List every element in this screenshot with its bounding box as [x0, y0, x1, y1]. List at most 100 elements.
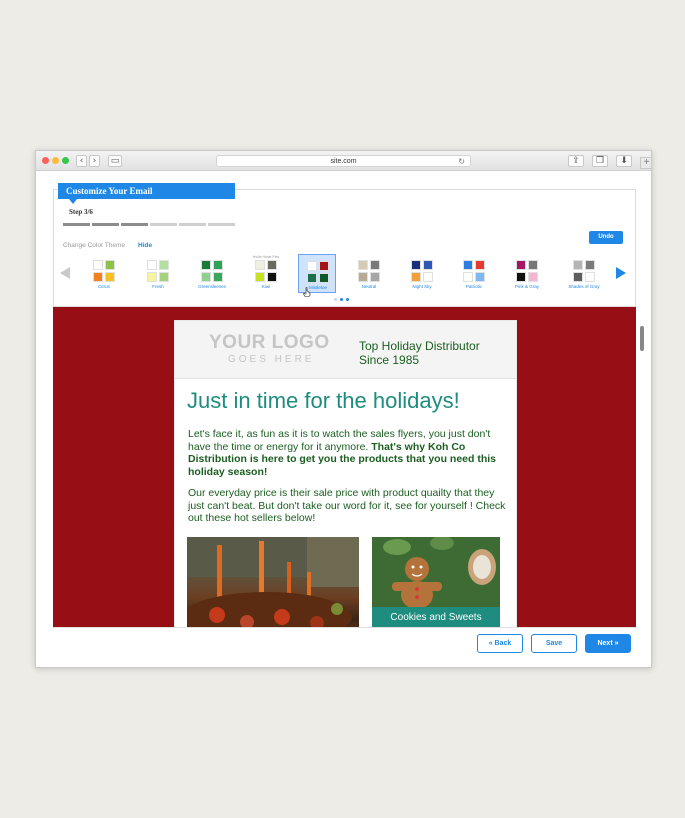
theme-option[interactable]: Pink & Gray — [508, 254, 546, 293]
theme-swatch-grid — [93, 260, 115, 282]
download-icon[interactable]: ⬇ — [616, 155, 632, 167]
theme-option[interactable]: Patriotic — [455, 254, 493, 293]
back-nav-icon[interactable]: ‹ — [76, 155, 87, 167]
theme-swatch — [411, 260, 421, 270]
theme-swatch — [411, 272, 421, 282]
theme-swatch — [213, 260, 223, 270]
theme-swatch — [528, 260, 538, 270]
theme-swatch — [267, 260, 277, 270]
theme-swatch — [358, 272, 368, 282]
zoom-window-button[interactable] — [62, 157, 69, 164]
email-preview: YOUR LOGO GOES HERE Top Holiday Distribu… — [53, 307, 636, 627]
theme-swatch — [105, 272, 115, 282]
back-button[interactable]: « Back — [477, 634, 523, 653]
share-icon[interactable]: ⇪ — [568, 155, 584, 167]
progress-segment — [179, 223, 206, 226]
tagline-line2: Since 1985 — [359, 353, 420, 367]
theme-swatch — [463, 272, 473, 282]
tagline-line1: Top Holiday Distributor — [359, 339, 480, 353]
email-template: YOUR LOGO GOES HERE Top Holiday Distribu… — [174, 320, 517, 627]
theme-swatch — [159, 272, 169, 282]
theme-caption: Hollie Hosie Pies — [252, 255, 280, 259]
preview-scrollbar[interactable] — [640, 326, 644, 351]
theme-swatch — [307, 273, 317, 283]
theme-swatch — [319, 273, 329, 283]
theme-swatch — [255, 272, 265, 282]
theme-swatch — [201, 272, 211, 282]
theme-swatch — [105, 260, 115, 270]
save-button[interactable]: Save — [531, 634, 577, 653]
theme-option[interactable]: Neutral — [350, 254, 388, 293]
candles-product-image — [187, 537, 359, 627]
theme-swatch — [475, 272, 485, 282]
theme-label: Kiwi — [261, 284, 271, 289]
pager-dot[interactable] — [346, 298, 349, 301]
theme-option[interactable]: Fresh — [139, 254, 177, 293]
url-text: site.com — [330, 158, 357, 165]
pager-dot[interactable] — [340, 298, 343, 301]
theme-swatch — [516, 260, 526, 270]
theme-swatch — [528, 272, 538, 282]
theme-label: Neutral — [361, 284, 377, 289]
theme-swatch — [93, 272, 103, 282]
theme-swatch — [573, 260, 583, 270]
logo-placeholder-line1: YOUR LOGO — [209, 332, 330, 353]
theme-label: Citrus — [98, 284, 110, 289]
pager-dot[interactable] — [334, 298, 337, 301]
theme-swatch — [370, 260, 380, 270]
theme-label: Fresh — [152, 284, 164, 289]
browser-toolbar: ‹ › ▭ site.com ↻ ⇪ ❐ ⬇ + — [36, 151, 651, 171]
logo-placeholder-line2: GOES HERE — [228, 354, 315, 365]
themes-prev-arrow-icon[interactable] — [60, 267, 70, 279]
progress-segment — [63, 223, 90, 226]
theme-option[interactable]: Citrus — [85, 254, 123, 293]
close-window-button[interactable] — [42, 157, 49, 164]
banner-pointer — [69, 199, 77, 204]
theme-swatch-grid — [516, 260, 538, 282]
tabs-icon[interactable]: ❐ — [592, 155, 608, 167]
theme-label: Shades of Gray — [568, 284, 600, 289]
theme-swatch — [147, 272, 157, 282]
theme-option[interactable]: Greensleeves — [193, 254, 231, 293]
theme-swatch-grid — [573, 260, 595, 282]
theme-swatch — [319, 261, 329, 271]
reload-icon[interactable]: ↻ — [458, 156, 465, 167]
wizard-footer: « Back Save Next » — [53, 627, 636, 657]
theme-swatch — [147, 260, 157, 270]
themes-next-arrow-icon[interactable] — [616, 267, 626, 279]
email-paragraph-2: Our everyday price is their sale price w… — [188, 487, 506, 524]
browser-window: ‹ › ▭ site.com ↻ ⇪ ❐ ⬇ + Customize Your … — [35, 150, 652, 668]
theme-label: Pink & Gray — [514, 284, 539, 289]
sidebar-icon[interactable]: ▭ — [108, 155, 122, 167]
theme-swatch — [423, 260, 433, 270]
theme-option[interactable]: Hollie Hosie Pies Kiwi — [247, 254, 285, 293]
theme-option[interactable]: Shades of Gray — [565, 254, 603, 293]
progress-segment — [208, 223, 235, 226]
theme-swatch-grid — [147, 260, 169, 282]
cookies-and-sweets-label[interactable]: Cookies and Sweets — [372, 607, 500, 627]
change-color-theme-label: Change Color Theme — [63, 242, 126, 249]
address-bar[interactable]: site.com ↻ — [216, 155, 471, 167]
theme-label: Patriotic — [465, 284, 483, 289]
theme-swatch-grid — [358, 260, 380, 282]
theme-swatch — [585, 272, 595, 282]
next-button[interactable]: Next » — [585, 634, 631, 653]
email-headline: Just in time for the holidays! — [187, 388, 460, 413]
theme-swatch-grid — [411, 260, 433, 282]
theme-swatch — [201, 260, 211, 270]
new-tab-icon[interactable]: + — [640, 157, 651, 169]
forward-nav-icon[interactable]: › — [89, 155, 100, 167]
progress-segment — [92, 223, 119, 226]
theme-swatch — [370, 272, 380, 282]
minimize-window-button[interactable] — [52, 157, 59, 164]
undo-button[interactable]: Undo — [589, 231, 623, 244]
hide-themes-link[interactable]: Hide — [138, 242, 152, 249]
theme-swatch-grid — [255, 260, 277, 282]
email-tagline: Top Holiday Distributor Since 1985 — [359, 339, 499, 367]
theme-swatch — [255, 260, 265, 270]
hand-cursor-icon — [303, 287, 311, 297]
progress-segment — [150, 223, 177, 226]
theme-swatch — [93, 260, 103, 270]
theme-label: Greensleeves — [198, 284, 226, 289]
theme-option[interactable]: Night Sky — [403, 254, 441, 293]
